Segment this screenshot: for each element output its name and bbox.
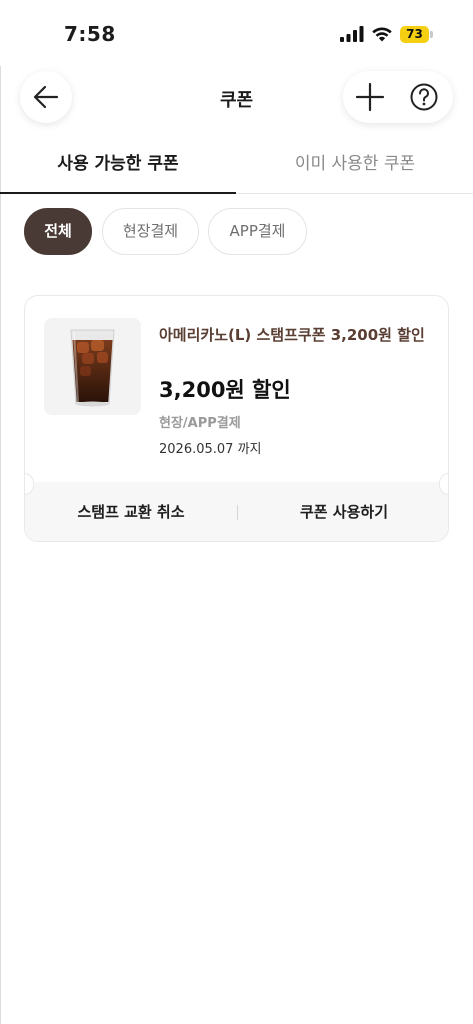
signal-icon bbox=[340, 26, 364, 42]
use-coupon-button[interactable]: 쿠폰 사용하기 bbox=[238, 482, 448, 541]
coupon-expiry: 2026.05.07 까지 bbox=[159, 442, 262, 457]
tab-available[interactable]: 사용 가능한 쿠폰 bbox=[0, 136, 236, 194]
coupon-card[interactable]: 아메리카노(L) 스탬프쿠폰 3,200원 할인 3,200원 할인 현장/AP… bbox=[24, 295, 449, 542]
filter-all[interactable]: 전체 bbox=[24, 208, 92, 255]
filter-onsite[interactable]: 현장결제 bbox=[102, 208, 199, 255]
coupon-footer: 스탬프 교환 취소 쿠폰 사용하기 bbox=[25, 482, 448, 541]
status-bar: 7:58 73 bbox=[0, 0, 473, 66]
filter-app[interactable]: APP결제 bbox=[208, 208, 307, 255]
tab-used[interactable]: 이미 사용한 쿠폰 bbox=[237, 136, 473, 194]
status-time: 7:58 bbox=[64, 22, 116, 46]
cancel-stamp-exchange-button[interactable]: 스탬프 교환 취소 bbox=[25, 482, 237, 541]
coupon-image bbox=[44, 318, 141, 415]
plus-icon bbox=[355, 82, 385, 112]
coupon-tabs: 사용 가능한 쿠폰 이미 사용한 쿠폰 bbox=[0, 136, 473, 194]
page-edge bbox=[0, 66, 1, 1024]
app-header: 쿠폰 bbox=[0, 66, 473, 130]
battery-icon: 73 bbox=[400, 26, 433, 43]
coupon-name: 아메리카노(L) 스탬프쿠폰 3,200원 할인 bbox=[159, 326, 425, 344]
question-circle-icon bbox=[410, 83, 438, 111]
iced-americano-image bbox=[70, 329, 115, 407]
help-button[interactable] bbox=[409, 82, 439, 112]
battery-level: 73 bbox=[400, 26, 429, 43]
coupon-payment-method: 현장/APP결제 bbox=[159, 416, 241, 431]
add-coupon-button[interactable] bbox=[355, 82, 385, 112]
wifi-icon bbox=[372, 27, 392, 42]
battery-tip bbox=[430, 31, 433, 38]
header-actions bbox=[343, 71, 453, 123]
coupon-amount: 3,200원 할인 bbox=[159, 378, 291, 402]
